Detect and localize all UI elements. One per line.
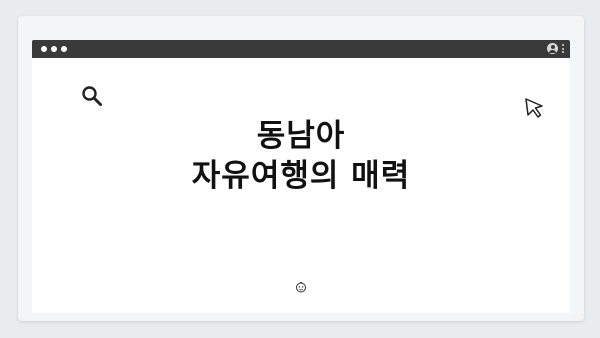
page-heading: 동남아 자유여행의 매력 — [32, 116, 570, 196]
heading-line-2: 자유여행의 매력 — [191, 158, 411, 194]
close-window-button[interactable] — [41, 46, 47, 52]
minimize-window-button[interactable] — [51, 46, 57, 52]
maximize-window-button[interactable] — [61, 46, 67, 52]
smiley-face-icon — [296, 281, 306, 293]
page-background: 동남아 자유여행의 매력 — [0, 0, 600, 338]
user-icon[interactable] — [547, 43, 558, 54]
kebab-menu-icon[interactable] — [562, 44, 564, 53]
search-icon[interactable] — [80, 84, 104, 108]
browser-titlebar — [32, 40, 570, 58]
titlebar-icons — [547, 43, 564, 54]
heading-line-1: 동남아 — [256, 118, 346, 154]
window-controls — [41, 46, 67, 52]
browser-content: 동남아 자유여행의 매력 — [32, 58, 570, 313]
